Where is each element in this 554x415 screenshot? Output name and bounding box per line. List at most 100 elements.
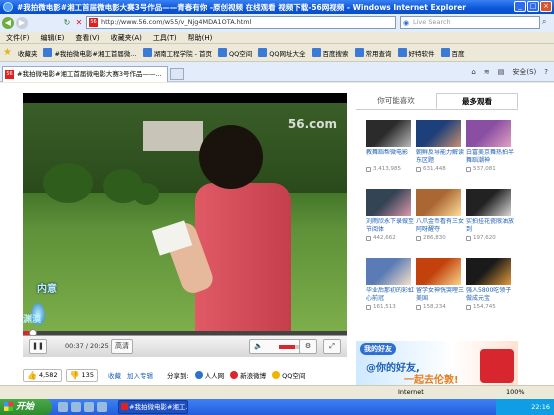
favorites-star-icon[interactable]: ★ <box>3 47 12 58</box>
add-album-link[interactable]: 加入专辑 <box>127 370 153 380</box>
quick-launch-icon[interactable] <box>58 402 68 412</box>
back-button[interactable]: ◀ <box>2 17 14 29</box>
video-thumbnail[interactable] <box>466 189 511 216</box>
renren-icon <box>194 371 203 379</box>
ie-logo-icon <box>3 2 13 12</box>
print-icon[interactable]: ▤ <box>498 68 505 76</box>
play-count-icon <box>416 166 421 172</box>
view-count: 286,830 <box>416 235 464 241</box>
favorites-button[interactable]: 收藏夹 <box>18 48 38 58</box>
start-button[interactable]: 开始 <box>0 399 52 415</box>
address-input[interactable]: 56 http://www.56.com/w55/v_Njg4MDA1OTA.h… <box>86 16 396 29</box>
video-title[interactable]: 八爪金币看有三女阿呀醒夺 <box>416 218 464 234</box>
quality-button[interactable]: 高清 <box>111 339 133 354</box>
pause-button[interactable]: ❚❚ <box>29 339 47 354</box>
video-thumbnail[interactable] <box>366 189 411 216</box>
windows-flag-icon <box>4 402 13 411</box>
menu-help[interactable]: 帮助(H) <box>188 33 213 43</box>
favorite-link[interactable]: QQ空间 <box>218 48 252 58</box>
settings-icon[interactable]: ⚙ <box>299 339 317 354</box>
taskbar-ie-item[interactable]: #我拍微电影#湘工... <box>118 400 188 414</box>
quick-launch-icon[interactable] <box>97 402 107 412</box>
video-thumbnail[interactable] <box>416 189 461 216</box>
rss-icon[interactable]: ≋ <box>484 68 490 76</box>
search-input[interactable]: ◉ Live Search <box>400 16 540 29</box>
video-thumbnail[interactable] <box>416 120 461 147</box>
video-thumbnail[interactable] <box>466 258 511 285</box>
video-card[interactable]: 八爪金币看有三女阿呀醒夺 286,830 <box>416 189 464 255</box>
favorite-link[interactable]: 收藏 <box>108 370 121 380</box>
close-button[interactable]: × <box>540 1 552 12</box>
play-count-icon <box>366 166 371 172</box>
status-bar: Internet 100% <box>0 385 554 399</box>
menu-edit[interactable]: 编辑(E) <box>41 33 65 43</box>
menu-file[interactable]: 文件(F) <box>6 33 30 43</box>
video-card[interactable]: 留学女神恍哭哩三美国 158,234 <box>416 258 464 324</box>
dislike-button[interactable]: 👎 135 <box>65 368 98 382</box>
safety-menu[interactable]: 安全(S) <box>512 67 536 77</box>
video-title[interactable]: 毕业后那初的彩虹心前冠 <box>366 287 414 303</box>
video-title[interactable]: 留学女神恍哭哩三美国 <box>416 287 464 303</box>
fullscreen-icon[interactable]: ⤢ <box>323 339 341 354</box>
system-tray: 22:16 <box>496 399 554 415</box>
zoom-level[interactable]: 100% <box>506 388 525 396</box>
favorite-link[interactable]: 湖南工程学院 - 首页 <box>142 48 212 58</box>
video-title[interactable]: 实拍挂花瓷限油放到 <box>466 218 514 234</box>
help-icon[interactable]: ? <box>544 68 548 76</box>
favorite-link[interactable]: 常用查询 <box>354 48 392 58</box>
quick-launch <box>58 402 107 412</box>
video-thumbnail[interactable] <box>366 258 411 285</box>
video-card[interactable]: 教舞蹈帮微电影 3,413,985 <box>366 120 414 186</box>
view-count: 158,234 <box>416 304 464 310</box>
address-row: ◀ ▶ 56 http://www.56.com/w55/v_Njg4MDA1O… <box>0 14 554 32</box>
video-title[interactable]: 刘雨欣永下录做至节阅体 <box>366 218 414 234</box>
new-tab-button[interactable] <box>170 68 184 80</box>
video-thumbnail[interactable] <box>466 120 511 147</box>
home-icon[interactable]: ⌂ <box>471 68 475 76</box>
video-player[interactable]: 56.com 内意 渊漠 ❚❚ 00:37 / 20:25 高清 🔈 ⚙ ⤢ <box>23 93 347 357</box>
tab-most-watched[interactable]: 最多观看 <box>436 93 518 109</box>
video-person-hair <box>199 125 263 189</box>
maximize-button[interactable]: □ <box>527 1 539 12</box>
quick-launch-icon[interactable] <box>71 402 81 412</box>
favorite-link[interactable]: QQ网址大全 <box>258 48 306 58</box>
favorite-link[interactable]: 百度搜索 <box>311 48 349 58</box>
share-weibo[interactable]: 新浪微博 <box>230 370 266 380</box>
play-count-icon <box>466 235 471 241</box>
share-qzone[interactable]: QQ空间 <box>272 370 305 380</box>
quick-launch-icon[interactable] <box>84 402 94 412</box>
video-title[interactable]: 朝鲜反导能力解读东区题 <box>416 149 464 165</box>
tab-you-may-like[interactable]: 你可能喜欢 <box>356 93 436 109</box>
video-thumbnail[interactable] <box>416 258 461 285</box>
video-card[interactable]: 刘雨欣永下录做至节阅体 442,662 <box>366 189 414 255</box>
favorite-link[interactable]: 百度 <box>440 48 465 58</box>
ad-banner[interactable]: 我的好友 @你的好友, 一起去伦敦! <box>356 341 518 389</box>
share-renren[interactable]: 人人网 <box>194 370 224 380</box>
stop-icon[interactable]: ✕ <box>74 17 84 29</box>
browser-tab[interactable]: 56 #我拍微电影#湘工首届微电影大赛3号作品——... <box>2 66 168 82</box>
video-card[interactable]: 毕业后那初的彩虹心前冠 161,513 <box>366 258 414 324</box>
video-thumbnail[interactable] <box>366 120 411 147</box>
favorite-link[interactable]: 好特软件 <box>397 48 435 58</box>
video-frame[interactable]: 56.com 内意 渊漠 <box>23 103 347 331</box>
video-title[interactable]: 强人5800吃领子做成元宝 <box>466 287 514 303</box>
share-bar: 分享到: 人人网 新浪微博 QQ空间 <box>167 370 305 380</box>
volume-fill <box>279 345 295 349</box>
minimize-button[interactable]: _ <box>514 1 526 12</box>
video-title[interactable]: 教舞蹈帮微电影 <box>366 149 414 165</box>
search-go-icon[interactable]: ⌕ <box>542 17 546 27</box>
menu-tools[interactable]: 工具(T) <box>153 33 177 43</box>
video-card[interactable]: 白富美京舞热拍半舞蹈潮神 537,081 <box>466 120 514 186</box>
favorite-link[interactable]: #我拍微电影#湘工首届微... <box>43 48 137 58</box>
view-count: 161,513 <box>366 304 414 310</box>
refresh-icon[interactable]: ↻ <box>62 17 72 29</box>
video-card[interactable]: 朝鲜反导能力解读东区题 631,448 <box>416 120 464 186</box>
like-button[interactable]: 👍 4,582 <box>23 368 62 382</box>
menu-view[interactable]: 查看(V) <box>75 33 99 43</box>
video-card[interactable]: 强人5800吃领子做成元宝 154,745 <box>466 258 514 324</box>
menu-favorites[interactable]: 收藏夹(A) <box>111 33 142 43</box>
forward-button[interactable]: ▶ <box>16 17 28 29</box>
video-card[interactable]: 实拍挂花瓷限油放到 197,620 <box>466 189 514 255</box>
video-title[interactable]: 白富美京舞热拍半舞蹈潮神 <box>466 149 514 165</box>
view-count: 442,662 <box>366 235 414 241</box>
